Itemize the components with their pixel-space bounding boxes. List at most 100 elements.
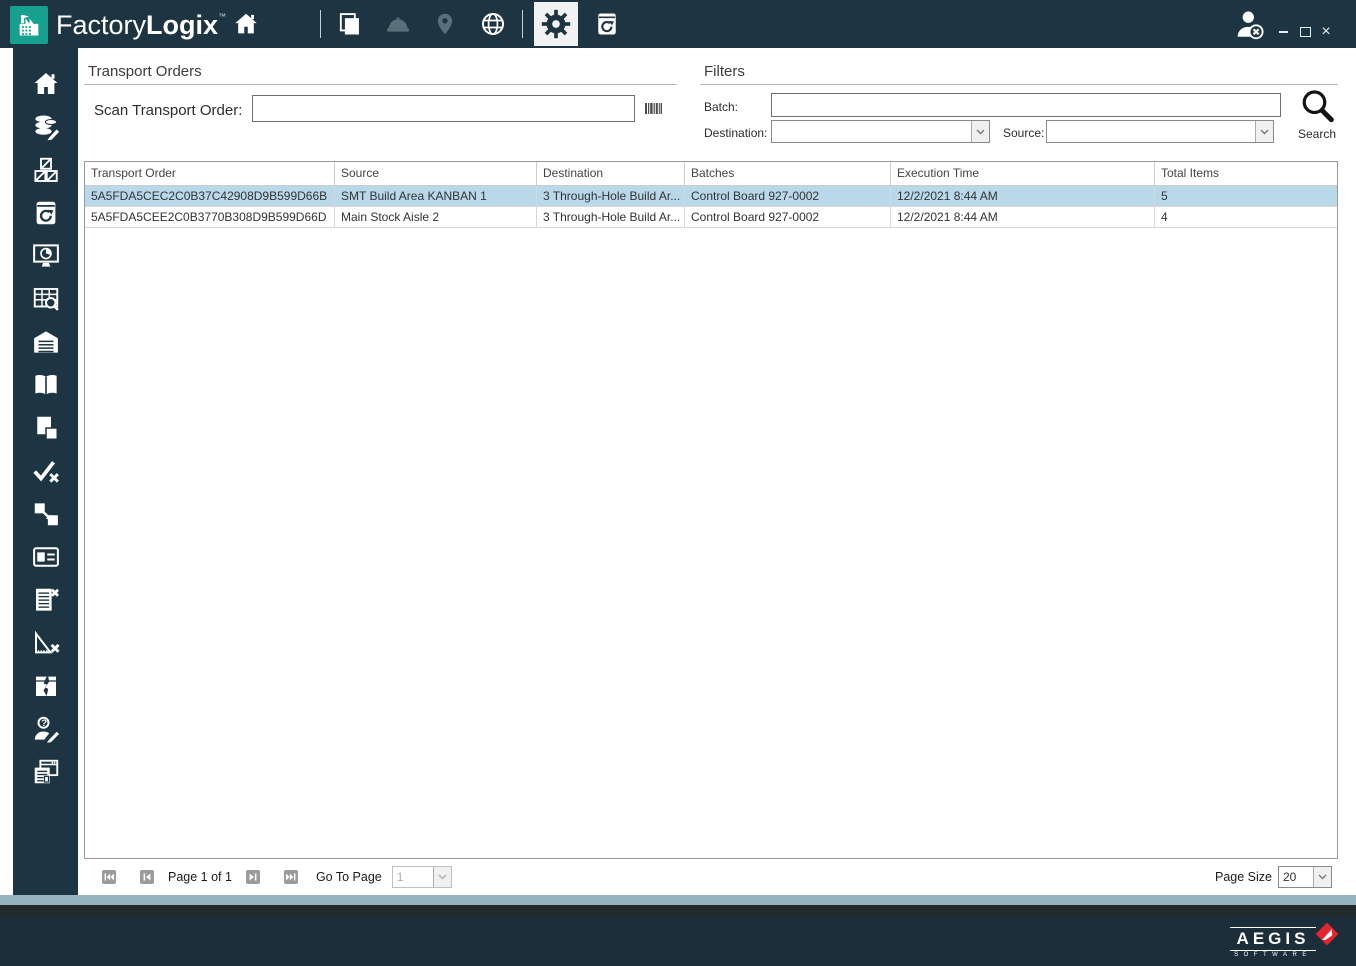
table-row[interactable]: 5A5FDA5CEC2C0B37C42908D9B599D66B SMT Bui…: [85, 186, 1337, 207]
brand-tm: ™: [218, 12, 227, 21]
page-size-select[interactable]: 20: [1278, 866, 1332, 888]
goto-page-select[interactable]: 1: [391, 866, 452, 888]
next-page-button[interactable]: [245, 870, 260, 884]
sidebar-item-device-refresh[interactable]: [13, 191, 78, 234]
check-x-icon: [32, 460, 59, 483]
home-icon: [34, 72, 57, 94]
sidebar-item-operator-question[interactable]: ?: [13, 707, 78, 750]
column-header-batches[interactable]: Batches: [685, 162, 891, 185]
sidebar-item-material-boxes[interactable]: [13, 148, 78, 191]
column-header-source[interactable]: Source: [335, 162, 537, 185]
transport-orders-title: Transport Orders: [88, 63, 202, 80]
destination-select[interactable]: [771, 120, 990, 143]
chevron-down-icon: [1255, 121, 1273, 142]
cell-total-items: 5: [1155, 186, 1337, 207]
previous-page-icon: [140, 870, 154, 884]
sidebar-item-damaged-package[interactable]: [13, 664, 78, 707]
aegis-rule-bottom: [1230, 950, 1316, 951]
sidebar-item-production-windows[interactable]: [13, 750, 78, 793]
scan-transport-order-label: Scan Transport Order:: [94, 102, 243, 119]
column-header-destination[interactable]: Destination: [537, 162, 685, 185]
page-indicator: Page 1 of 1: [168, 870, 232, 884]
column-header-transport-order[interactable]: Transport Order: [85, 162, 335, 185]
cell-batches: Control Board 927-0002: [685, 207, 891, 228]
source-select[interactable]: [1046, 120, 1274, 143]
brand-factory: Factory: [56, 9, 147, 40]
chevron-down-icon: [432, 867, 451, 887]
brand-logix: Logix: [146, 9, 219, 40]
material-transfer-icon: [34, 502, 58, 525]
goto-page-value: 1: [396, 870, 404, 884]
globe-icon: [481, 12, 505, 36]
barcode-icon: [645, 103, 662, 114]
next-page-icon: [245, 870, 260, 884]
maximize-button[interactable]: [1296, 24, 1314, 40]
last-page-button[interactable]: [283, 870, 298, 884]
source-value: [1047, 121, 1255, 142]
destination-label: Destination:: [704, 126, 768, 140]
device-refresh-button[interactable]: [592, 9, 622, 39]
factorylogix-logo: [10, 6, 48, 44]
copy-pages-button[interactable]: [334, 9, 364, 39]
sidebar-item-dashboard-monitor[interactable]: [13, 234, 78, 277]
aegis-brand-text: AEGIS: [1236, 929, 1310, 948]
scan-transport-order-input[interactable]: [252, 95, 635, 122]
location-pin-icon: [437, 13, 453, 35]
chevron-down-icon: [1313, 867, 1331, 887]
sidebar-item-checklist-remove[interactable]: [13, 578, 78, 621]
operator-question-icon: ?: [34, 716, 59, 743]
previous-page-button[interactable]: [140, 870, 154, 884]
sidebar-item-database-edit[interactable]: [13, 105, 78, 148]
user-logout-button[interactable]: [1231, 9, 1267, 40]
toolbar-divider: [320, 10, 321, 38]
brand-wordmark: Factory Logix ™: [56, 6, 226, 44]
search-icon: [1302, 90, 1334, 123]
table-row[interactable]: 5A5FDA5CEE2C0B3770B308D9B599D66D Main St…: [85, 207, 1337, 228]
cell-source: Main Stock Aisle 2: [335, 207, 537, 228]
sidebar-item-material-transfer[interactable]: [13, 492, 78, 535]
hardhat-button[interactable]: [383, 9, 413, 39]
cell-transport-order: 5A5FDA5CEE2C0B3770B308D9B599D66D: [85, 207, 335, 228]
filters-title: Filters: [704, 63, 745, 80]
aegis-diamond-icon: [1310, 917, 1344, 951]
factory-icon: [15, 11, 43, 39]
search-button[interactable]: Search: [1292, 86, 1342, 144]
cell-transport-order: 5A5FDA5CEC2C0B37C42908D9B599D66B: [85, 186, 335, 207]
hardhat-icon: [386, 17, 410, 32]
device-refresh-icon: [598, 13, 616, 35]
sidebar-item-measure-remove[interactable]: [13, 621, 78, 664]
cell-execution-time: 12/2/2021 8:44 AM: [891, 186, 1155, 207]
sidebar-item-table-search[interactable]: [13, 277, 78, 320]
settings-gear-button[interactable]: [534, 2, 578, 46]
minimize-button[interactable]: [1274, 24, 1292, 40]
column-header-execution-time[interactable]: Execution Time: [891, 162, 1155, 185]
footer-accent-strip: [0, 895, 1356, 905]
globe-button[interactable]: [478, 9, 508, 39]
sidebar-item-documentation-book[interactable]: [13, 363, 78, 406]
close-button[interactable]: ×: [1317, 24, 1335, 40]
column-header-total-items[interactable]: Total Items: [1155, 162, 1337, 185]
sidebar-item-home[interactable]: [13, 62, 78, 105]
documents-copy-icon: [36, 416, 58, 440]
footer-bar: AEGIS SOFTWARE: [0, 917, 1356, 966]
last-page-icon: [283, 870, 298, 884]
page-size-value: 20: [1283, 870, 1297, 884]
home-button[interactable]: [231, 9, 261, 39]
sidebar-item-warehouse[interactable]: [13, 320, 78, 363]
toolbar-divider: [522, 10, 523, 38]
chevron-down-icon: [971, 121, 989, 142]
open-book-icon: [34, 374, 57, 395]
sidebar-item-id-card[interactable]: [13, 535, 78, 578]
cell-destination: 3 Through-Hole Build Ar...: [537, 186, 685, 207]
transport-orders-rule: [84, 84, 677, 85]
location-pin-button[interactable]: [430, 9, 460, 39]
cell-total-items: 4: [1155, 207, 1337, 228]
sidebar-item-verify-check[interactable]: [13, 449, 78, 492]
first-page-button[interactable]: [102, 870, 116, 884]
sidebar-item-documents-copy[interactable]: [13, 406, 78, 449]
batch-input[interactable]: [771, 93, 1281, 117]
material-boxes-icon: [33, 157, 58, 182]
user-logout-icon: [1237, 11, 1264, 40]
warehouse-icon: [33, 330, 58, 353]
copy-pages-icon: [339, 13, 359, 35]
